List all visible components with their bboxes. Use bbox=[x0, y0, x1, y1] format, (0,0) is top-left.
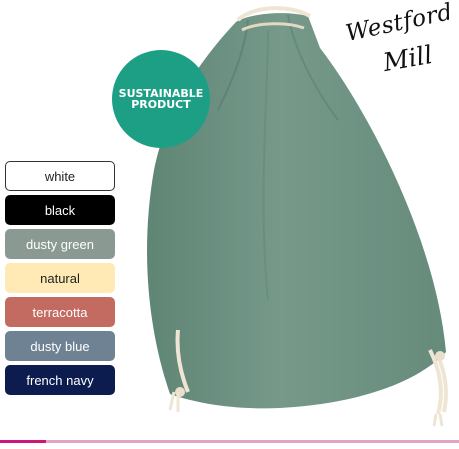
colour-swatch-white[interactable]: white bbox=[5, 161, 115, 191]
product-card: Westford Mill SUSTAINABLE PRODUCT white … bbox=[0, 0, 459, 449]
colour-swatch-natural[interactable]: natural bbox=[5, 263, 115, 293]
colour-swatch-french-navy[interactable]: french navy bbox=[5, 365, 115, 395]
colour-swatch-black[interactable]: black bbox=[5, 195, 115, 225]
colour-swatch-dusty-blue[interactable]: dusty blue bbox=[5, 331, 115, 361]
colour-swatch-list: white black dusty green natural terracotta du… bbox=[5, 161, 115, 399]
bottom-accent-bar bbox=[0, 440, 459, 443]
badge-line2: PRODUCT bbox=[131, 98, 191, 111]
colour-swatch-terracotta[interactable]: terracotta bbox=[5, 297, 115, 327]
colour-swatch-dusty-green[interactable]: dusty green bbox=[5, 229, 115, 259]
sustainable-product-badge: SUSTAINABLE PRODUCT bbox=[112, 50, 210, 148]
